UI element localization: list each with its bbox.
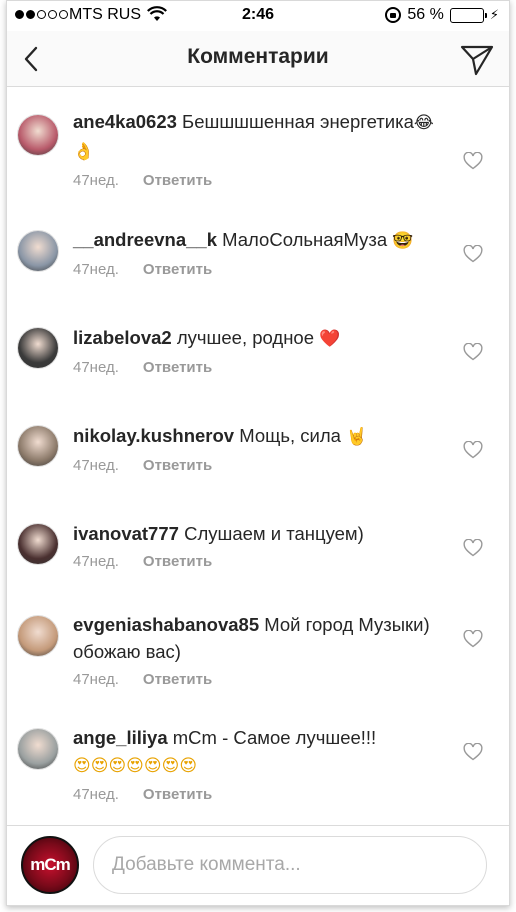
comment-username[interactable]: __andreevna__k <box>73 229 217 250</box>
comment-emoji: ❤️ <box>319 329 341 349</box>
comment-composer: mCm <box>7 825 509 905</box>
avatar[interactable] <box>17 230 59 272</box>
comment-username[interactable]: ange_liliya <box>73 727 168 748</box>
reply-button[interactable]: Ответить <box>143 359 212 376</box>
comment-emoji: 😍😍😍😍😍😍😍 <box>73 756 198 776</box>
comment-body: ivanovat777 Слушаем и танцуем) 47нед. Отв… <box>73 520 453 570</box>
comment-body: lizabelova2 лучшее, родное ❤️ 47нед. Отве… <box>73 324 453 376</box>
heart-icon[interactable] <box>463 539 483 557</box>
current-user-avatar: mCm <box>21 836 79 894</box>
comment-age: 47нед. <box>73 553 119 570</box>
comment-age: 47нед. <box>73 457 119 474</box>
comment-age: 47нед. <box>73 359 119 376</box>
comment-username[interactable]: nikolay.kushnerov <box>73 425 234 446</box>
comment-body: nikolay.kushnerov Мощь, сила 🤘 47нед. Отв… <box>73 422 453 474</box>
heart-icon[interactable] <box>463 343 483 361</box>
reply-button[interactable]: Ответить <box>143 172 212 189</box>
heart-icon[interactable] <box>463 743 483 761</box>
comment-text: Мощь, сила <box>239 425 341 446</box>
comment-body: ange_liliya mCm - Самое лучшее!!! 😍😍😍😍😍😍😍… <box>73 724 419 803</box>
comment-age: 47нед. <box>73 172 119 189</box>
reply-button[interactable]: Ответить <box>143 261 212 278</box>
comment-text: лучшее, родное <box>176 327 315 348</box>
reply-button[interactable]: Ответить <box>143 786 212 803</box>
comment-body: __andreevna__k МалоСольнаяМуза 🤓 47нед. О… <box>73 226 453 278</box>
reply-button[interactable]: Ответить <box>143 553 212 570</box>
heart-icon[interactable] <box>463 441 483 459</box>
avatar[interactable] <box>17 615 59 657</box>
comment-text: МалоСольнаяМуза <box>222 229 388 250</box>
comment-text: Слушаем и танцуем) <box>184 523 364 544</box>
comment-body: evgeniashabanova85 Мой город Музыки) обо… <box>73 611 439 688</box>
share-button[interactable] <box>459 41 495 77</box>
heart-icon[interactable] <box>463 630 483 648</box>
comment-age: 47нед. <box>73 261 119 278</box>
page-title: Комментарии <box>187 45 329 68</box>
avatar-logo-text: mCm <box>30 855 71 874</box>
avatar[interactable] <box>17 114 59 156</box>
comment-age: 47нед. <box>73 671 119 688</box>
paper-plane-icon <box>460 45 494 76</box>
comment-age: 47нед. <box>73 786 119 803</box>
comment-text: mCm - Самое лучшее!!! <box>172 727 377 748</box>
status-bar: MTS RUS 2:46 56 % ⚡ <box>7 1 509 31</box>
comment-username[interactable]: ane4ka0623 <box>73 111 177 132</box>
battery-icon <box>449 7 487 23</box>
comment-username[interactable]: evgeniashabanova85 <box>73 614 259 635</box>
heart-icon[interactable] <box>463 245 483 263</box>
comment-username[interactable]: ivanovat777 <box>73 523 179 544</box>
avatar[interactable] <box>17 728 59 770</box>
comment-text: Бешшшшенная энергетика <box>182 111 414 132</box>
reply-button[interactable]: Ответить <box>143 671 212 688</box>
comment-body: ane4ka0623 Бешшшшенная энергетика😂 👌 47н… <box>73 108 453 189</box>
app-frame: MTS RUS 2:46 56 % ⚡ Комментарии ane4ka06… <box>6 0 510 906</box>
avatar[interactable] <box>17 327 59 369</box>
battery-percent: 56 % <box>407 6 444 23</box>
heart-icon[interactable] <box>463 152 483 170</box>
comment-emoji: 🤓 <box>392 231 414 251</box>
reply-button[interactable]: Ответить <box>143 457 212 474</box>
orientation-lock-icon <box>385 7 402 23</box>
comment-username[interactable]: lizabelova2 <box>73 327 172 348</box>
charging-icon: ⚡ <box>489 7 499 22</box>
comment-input[interactable] <box>93 836 487 894</box>
comment-emoji: 🤘 <box>346 427 368 447</box>
avatar[interactable] <box>17 425 59 467</box>
avatar[interactable] <box>17 523 59 565</box>
status-right: 56 % ⚡ <box>385 6 499 24</box>
navigation-bar: Комментарии <box>7 31 509 87</box>
